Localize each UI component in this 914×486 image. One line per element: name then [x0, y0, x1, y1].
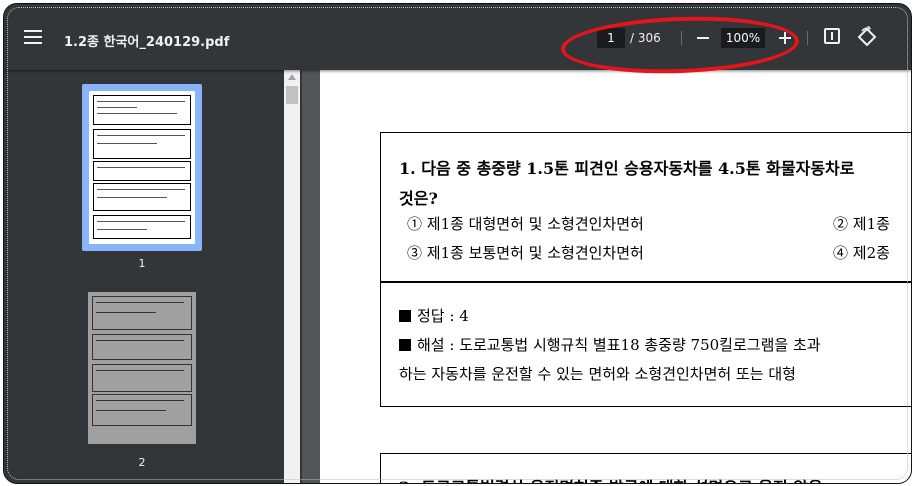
thumbnail-question-box	[93, 215, 191, 239]
question-title: 1. 다음 중 총중량 1.5톤 피견인 승용자동차를 4.5톤 화물자동차로	[399, 159, 855, 178]
answer-option-4: ④ 제2종	[833, 244, 890, 262]
thumbnail-label: 2	[138, 456, 146, 469]
divider	[681, 31, 682, 45]
menu-icon[interactable]	[24, 30, 42, 44]
zoom-in-icon[interactable]	[777, 29, 793, 47]
explanation-line-continued: 하는 자동차를 운전할 수 있는 면허와 소형견인차면허 또는 대형	[399, 365, 796, 383]
thumbnail-text-line	[97, 101, 185, 102]
thumbnail-page-preview	[89, 91, 195, 244]
thumbnail-text-line	[97, 143, 157, 144]
thumbnail-text-line	[97, 167, 185, 168]
thumbnail-text-line	[96, 370, 184, 371]
thumbnail-text-line	[96, 400, 184, 401]
answer-option-3: ③ 제1종 보통면허 및 소형견인차면허	[407, 244, 644, 262]
page-thumbnail-1[interactable]	[82, 84, 202, 251]
document-viewer: 1. 다음 중 총중량 1.5톤 피견인 승용자동차를 4.5톤 화물자동차로 …	[302, 70, 911, 483]
thumbnail-text-line	[97, 107, 137, 108]
thumbnail-question-box	[93, 95, 191, 125]
thumbnail-text-line	[97, 197, 167, 198]
fit-to-page-icon[interactable]	[824, 28, 840, 44]
page-number-input[interactable]: 1	[597, 28, 625, 48]
thumbnail-text-line	[97, 229, 147, 230]
scroll-up-arrow-icon[interactable]	[288, 74, 296, 80]
bullet-square	[399, 339, 411, 351]
answer-option-1: ① 제1종 대형면허 및 소형견인차면허	[407, 215, 644, 233]
section-divider	[381, 281, 911, 283]
explanation-text: 해설 : 도로교통법 시행규칙 별표18 총중량 750킬로그램을 초과	[417, 336, 821, 354]
divider	[807, 31, 808, 45]
question-box-2: 2. 도로교통법령상 운전면허증 발급에 대한 설명으로 옳지 않은	[380, 453, 911, 483]
thumbnail-text-line	[97, 189, 185, 190]
bullet-square	[399, 310, 411, 322]
zoom-out-icon[interactable]	[695, 29, 711, 47]
thumbnail-question-box	[93, 129, 191, 159]
answer-option-2: ② 제1종	[833, 215, 890, 233]
question-box-1: 1. 다음 중 총중량 1.5톤 피견인 승용자동차를 4.5톤 화물자동차로 …	[380, 132, 911, 407]
explanation-line: 해설 : 도로교통법 시행규칙 별표18 총중량 750킬로그램을 초과	[399, 334, 821, 355]
thumbnail-question-box	[93, 161, 191, 181]
thumbnail-text-line	[97, 113, 177, 114]
thumbnail-text-line	[97, 135, 185, 136]
page-total: / 306	[630, 31, 661, 45]
thumbnail-text-line	[96, 312, 156, 313]
page-thumbnail-2[interactable]	[88, 292, 196, 444]
thumbnail-text-line	[96, 340, 184, 341]
thumbnail-text-line	[96, 302, 184, 303]
question-title-continued: 것은?	[399, 189, 438, 208]
toolbar: 1.2종 한국어_240129.pdf 1 / 306 100%	[4, 4, 911, 70]
thumbnail-question-box	[92, 334, 192, 360]
pdf-page: 1. 다음 중 총중량 1.5톤 피견인 승용자동차를 4.5톤 화물자동차로 …	[320, 70, 911, 483]
thumbnail-text-line	[96, 410, 166, 411]
answer-line: 정답 : 4	[399, 305, 469, 326]
rotate-icon[interactable]	[856, 25, 878, 48]
question-title: 2. 도로교통법령상 운전면허증 발급에 대한 설명으로 옳지 않은	[399, 474, 823, 483]
pdf-viewer-window: 1.2종 한국어_240129.pdf 1 / 306 100% 1 2 1. …	[3, 3, 912, 484]
scrollbar-thumb[interactable]	[286, 86, 298, 104]
answer-text: 정답 : 4	[417, 307, 469, 325]
document-title: 1.2종 한국어_240129.pdf	[64, 35, 230, 50]
thumbnail-question-box	[92, 364, 192, 392]
thumbnail-label: 1	[138, 257, 146, 270]
zoom-level-input[interactable]: 100%	[721, 28, 765, 48]
sidebar-scrollbar[interactable]	[284, 70, 300, 483]
thumbnail-text-line	[97, 221, 185, 222]
